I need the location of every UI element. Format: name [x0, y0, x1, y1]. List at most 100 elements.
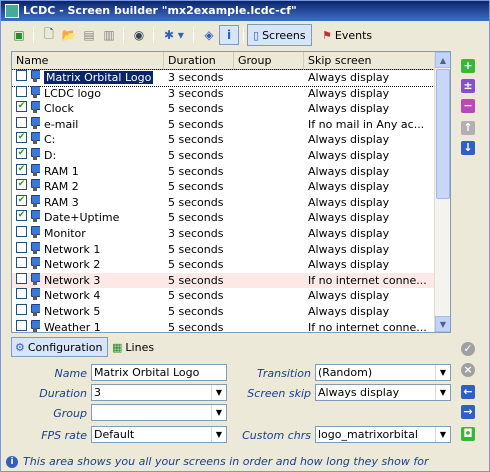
enable-checkbox[interactable]: [16, 272, 27, 284]
screen-icon: [30, 70, 40, 83]
chevron-down-icon[interactable]: ▼: [435, 365, 450, 380]
enable-checkbox[interactable]: [16, 241, 27, 253]
chevron-down-icon[interactable]: ▼: [211, 427, 226, 442]
enable-checkbox[interactable]: ✔: [16, 210, 27, 222]
move-down-icon[interactable]: ↓: [461, 141, 475, 155]
column-header-group[interactable]: Group: [234, 52, 304, 70]
table-row[interactable]: Network 1 5 seconds Always display: [12, 241, 436, 258]
custom-chars-editor-icon[interactable]: ◘: [461, 427, 475, 441]
column-header-skip[interactable]: Skip screen: [304, 52, 436, 70]
scroll-thumb[interactable]: [436, 69, 450, 199]
table-row[interactable]: e-mail 5 seconds If no mail in Any ac...: [12, 116, 436, 133]
cell-name: Network 1: [44, 242, 164, 258]
save-as-icon[interactable]: ▥: [99, 25, 119, 45]
status-bar: i This area shows you all your screens i…: [1, 453, 489, 471]
screens-table: Name Duration Group Skip screen Matrix O…: [11, 51, 451, 333]
enable-checkbox[interactable]: [16, 116, 27, 128]
cell-duration: 5 seconds: [168, 195, 224, 209]
cell-skip: If no mail in Any ac...: [308, 117, 425, 131]
name-field[interactable]: Matrix Orbital Logo: [91, 364, 227, 381]
exit-icon[interactable]: ▣: [9, 25, 29, 45]
table-row[interactable]: Network 3 5 seconds If no internet conne..…: [12, 272, 436, 289]
enable-checkbox[interactable]: ✔: [16, 132, 27, 144]
cell-name: Network 3: [44, 273, 164, 289]
column-header-name[interactable]: Name: [12, 52, 164, 70]
table-row[interactable]: Weather 1 5 seconds If no internet conne..…: [12, 319, 436, 332]
add-screen-icon[interactable]: +: [461, 59, 475, 73]
screen-icon: [30, 225, 40, 239]
table-row[interactable]: ✔ Clock 5 seconds Always display: [12, 101, 436, 117]
table-row[interactable]: LCDC logo 3 seconds Always display: [12, 85, 436, 102]
open-folder-icon[interactable]: 📂: [59, 25, 79, 45]
table-row[interactable]: ✔ RAM 3 5 seconds Always display: [12, 194, 436, 211]
enable-checkbox[interactable]: [16, 85, 27, 97]
move-up-icon[interactable]: ↑: [461, 121, 475, 135]
table-row[interactable]: ✔ RAM 2 5 seconds Always display: [12, 179, 436, 195]
tab-lines[interactable]: ▦ Lines: [109, 337, 159, 357]
tab-screens[interactable]: ▯ Screens: [247, 24, 312, 46]
enable-checkbox[interactable]: ✔: [16, 194, 27, 206]
tools-dropdown-icon[interactable]: ✱ ▾: [159, 25, 189, 45]
cell-name: Network 4: [44, 288, 164, 304]
table-row[interactable]: Matrix Orbital Logo 3 seconds Always displ…: [12, 69, 437, 87]
table-row[interactable]: Network 4 5 seconds Always display: [12, 288, 436, 304]
cell-duration: 5 seconds: [168, 102, 224, 116]
table-row[interactable]: ✔ Date+Uptime 5 seconds Always display: [12, 210, 436, 226]
column-header-duration[interactable]: Duration: [164, 52, 234, 70]
chevron-down-icon[interactable]: ▼: [435, 385, 450, 400]
enable-checkbox[interactable]: ✔: [16, 179, 27, 191]
cell-duration: 5 seconds: [168, 211, 224, 225]
transition-combo[interactable]: (Random) ▼: [315, 364, 451, 381]
chevron-down-icon[interactable]: ▼: [211, 385, 226, 400]
save-icon[interactable]: ▤: [79, 25, 99, 45]
cancel-x-icon[interactable]: ×: [461, 363, 475, 377]
table-row[interactable]: ✔ C: 5 seconds Always display: [12, 132, 436, 148]
previous-arrow-icon[interactable]: ←: [461, 385, 475, 399]
duration-combo[interactable]: 3 ▼: [91, 384, 227, 401]
screen-skip-combo[interactable]: Always display ▼: [315, 384, 451, 401]
cell-skip: Always display: [308, 102, 390, 116]
next-arrow-icon[interactable]: →: [461, 405, 475, 419]
enable-checkbox[interactable]: [16, 225, 27, 237]
table-row[interactable]: ✔ RAM 1 5 seconds Always display: [12, 163, 436, 180]
new-file-icon[interactable]: 🗋: [39, 25, 59, 45]
apply-check-icon[interactable]: ✓: [461, 342, 475, 356]
table-row[interactable]: Network 5 5 seconds Always display: [12, 303, 436, 320]
custom-chrs-combo[interactable]: logo_matrixorbital ▼: [315, 426, 451, 443]
cell-duration: 3 seconds: [168, 226, 224, 240]
remove-screen-icon[interactable]: −: [461, 99, 475, 113]
preview-icon[interactable]: ◉: [129, 25, 149, 45]
enable-checkbox[interactable]: [16, 257, 27, 269]
enable-checkbox[interactable]: ✔: [16, 163, 27, 175]
enable-checkbox[interactable]: [16, 303, 27, 315]
cell-name-text: Network 5: [44, 304, 101, 318]
send-icon[interactable]: ◈: [199, 25, 219, 45]
toolbar-separator: [243, 27, 244, 43]
vertical-scrollbar[interactable]: ▲ ▼: [434, 52, 450, 332]
enable-checkbox[interactable]: ✔: [16, 101, 27, 113]
cell-name: Matrix Orbital Logo: [44, 70, 164, 86]
enable-checkbox[interactable]: [16, 319, 27, 331]
cell-name-text: Clock: [44, 102, 74, 116]
table-row[interactable]: Network 2 5 seconds Always display: [12, 257, 436, 273]
group-combo[interactable]: ▼: [91, 404, 227, 421]
chevron-down-icon[interactable]: ▼: [211, 405, 226, 420]
duplicate-screen-icon[interactable]: ±: [461, 79, 475, 93]
scroll-up-button[interactable]: ▲: [435, 52, 450, 68]
fps-combo[interactable]: Default ▼: [91, 426, 227, 443]
tab-events[interactable]: ⚑ Events: [317, 24, 377, 46]
enable-checkbox[interactable]: ✔: [16, 147, 27, 159]
info-icon[interactable]: i: [219, 25, 239, 45]
table-row[interactable]: ✔ D: 5 seconds Always display: [12, 147, 436, 164]
enable-checkbox[interactable]: [16, 70, 27, 81]
chevron-down-icon[interactable]: ▼: [435, 427, 450, 442]
tab-configuration[interactable]: ⚙ Configuration: [11, 337, 108, 357]
tab-configuration-label: Configuration: [27, 340, 103, 354]
table-row[interactable]: Monitor 3 seconds Always display: [12, 225, 436, 242]
screen-icon: [30, 210, 40, 223]
cell-skip: Always display: [308, 148, 390, 162]
enable-checkbox[interactable]: [16, 288, 27, 300]
screens-icon: ▯: [253, 28, 260, 42]
scroll-down-button[interactable]: ▼: [435, 316, 450, 332]
window-title: LCDC - Screen builder "mx2example.lcdc-c…: [23, 4, 297, 17]
